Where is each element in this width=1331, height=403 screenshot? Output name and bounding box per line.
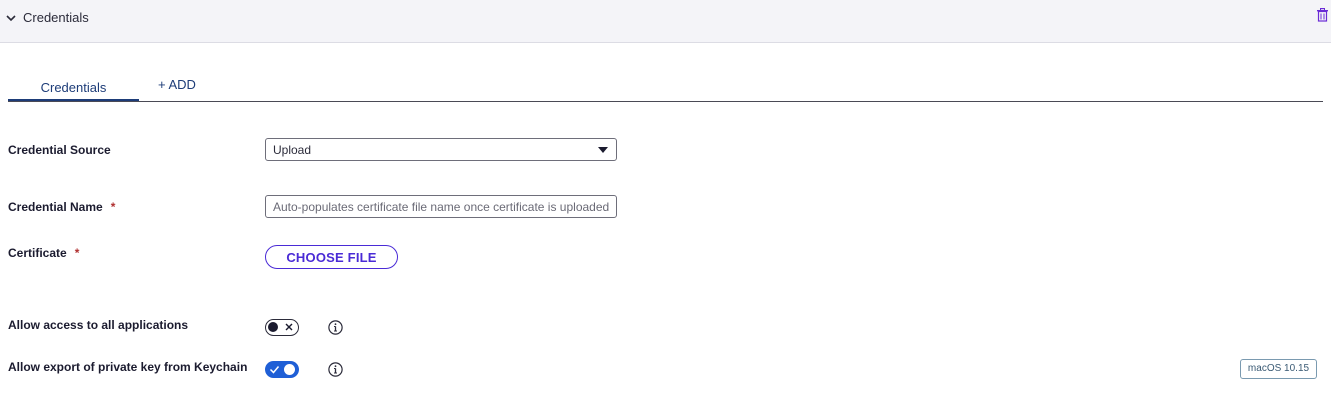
section-title: Credentials — [23, 10, 89, 25]
credential-name-input[interactable] — [265, 195, 617, 218]
close-icon — [285, 323, 293, 331]
certificate-label-text: Certificate — [8, 246, 67, 260]
toggle-knob — [268, 322, 278, 332]
os-version-badge: macOS 10.15 — [1240, 359, 1317, 379]
info-icon[interactable] — [328, 320, 343, 335]
certificate-label: Certificate * — [8, 246, 79, 260]
allow-access-all-apps-label: Allow access to all applications — [8, 318, 189, 332]
credential-source-label: Credential Source — [8, 143, 111, 157]
toggle-knob — [284, 364, 295, 375]
credential-source-label-text: Credential Source — [8, 143, 111, 157]
allow-export-private-key-label: Allow export of private key from Keychai… — [8, 360, 248, 374]
tabs-divider — [8, 101, 1323, 102]
credentials-section-header[interactable]: Credentials — [0, 0, 1331, 43]
add-credential-tab[interactable]: + ADD — [158, 77, 196, 92]
info-icon[interactable] — [328, 362, 343, 377]
chevron-down-icon[interactable] — [4, 11, 18, 25]
credential-source-select[interactable]: Upload — [265, 138, 617, 161]
allow-access-all-apps-toggle[interactable] — [265, 319, 299, 336]
required-indicator: * — [110, 200, 116, 214]
credential-name-label-text: Credential Name — [8, 200, 103, 214]
required-indicator: * — [74, 246, 80, 260]
allow-export-private-key-toggle[interactable] — [265, 361, 299, 378]
choose-file-button[interactable]: CHOOSE FILE — [265, 245, 398, 269]
credential-name-label: Credential Name * — [8, 200, 115, 214]
check-icon — [269, 366, 280, 374]
caret-down-icon — [598, 147, 608, 153]
trash-icon[interactable] — [1316, 8, 1329, 22]
credential-source-value: Upload — [273, 143, 312, 157]
